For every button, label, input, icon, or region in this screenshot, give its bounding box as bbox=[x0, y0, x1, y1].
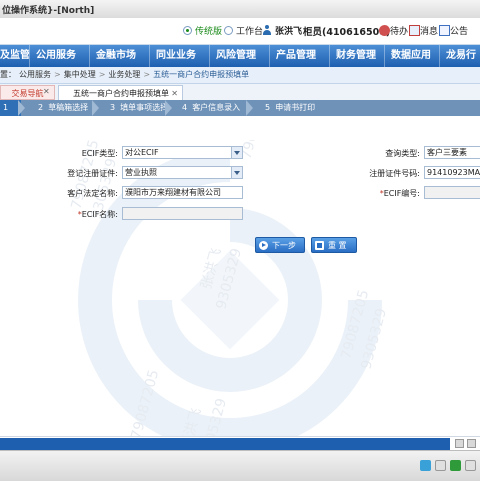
close-icon[interactable]: ✕ bbox=[171, 86, 178, 101]
bottom-input-strip[interactable] bbox=[0, 438, 450, 450]
notice-link[interactable]: 公告 bbox=[450, 24, 468, 37]
registration-cert-type-select[interactable]: 营业执照 bbox=[122, 166, 243, 179]
breadcrumb-item: 公用服务 bbox=[19, 70, 51, 79]
workbench-radio[interactable] bbox=[224, 26, 233, 35]
step-5[interactable]: 5 申请书打印 bbox=[265, 100, 315, 116]
step-label: 申请书打印 bbox=[275, 103, 316, 112]
registration-cert-type-label: 登记注册证件: bbox=[67, 169, 118, 178]
step-number: 2 bbox=[38, 103, 44, 112]
user-info-bar: 传统版 工作台 张洪飞 柜员(410616508) 待办 消息 公告 bbox=[0, 18, 480, 45]
nav-item-public-services[interactable]: 公用服务 bbox=[30, 45, 90, 67]
ecif-type-select[interactable]: 对公ECIF bbox=[122, 146, 243, 159]
step-separator bbox=[165, 100, 172, 116]
tray-icon[interactable] bbox=[450, 460, 461, 471]
breadcrumb-item: 集中处理 bbox=[63, 70, 96, 79]
reset-label: 重 置 bbox=[328, 241, 347, 250]
ecif-number-label: *ECIF编号: bbox=[379, 189, 420, 198]
step-label: 客户信息录入 bbox=[192, 103, 241, 112]
tab-label: 交易导航 bbox=[11, 89, 44, 98]
tab-label: 五统一商户合约申报预填单 bbox=[73, 89, 169, 98]
breadcrumb-current: 五统一商户合约申报预填单 bbox=[153, 70, 250, 79]
message-link[interactable]: 消息 bbox=[420, 24, 438, 37]
step-wizard: 1 2 草稿箱选择 3 填单事项选择 4 客户信息录入 5 申请书打印 bbox=[0, 100, 480, 116]
ecif-number-input[interactable] bbox=[424, 186, 480, 199]
step-separator bbox=[92, 100, 99, 116]
message-icon[interactable] bbox=[409, 25, 420, 36]
close-icon[interactable]: ✕ bbox=[43, 87, 50, 96]
bottom-toolbar bbox=[0, 436, 480, 451]
customer-info-form: ECIF类型: 对公ECIF 查询类型: 客户三要素 登记注册证件: 营业执照 … bbox=[0, 116, 480, 436]
tray-icon[interactable] bbox=[465, 460, 476, 471]
customer-legal-name-input[interactable]: 濮阳市万来翔建材有限公司 bbox=[122, 186, 243, 199]
step-4[interactable]: 4 客户信息录入 bbox=[182, 100, 240, 116]
status-bar bbox=[0, 450, 480, 481]
registration-cert-number-value: 91410923MA9LLAAPE bbox=[427, 168, 480, 177]
step-label: 填单事项选择 bbox=[120, 103, 169, 112]
nav-item-supervision[interactable]: 及监管 bbox=[0, 45, 30, 67]
next-step-button[interactable]: 下一步 bbox=[255, 237, 305, 253]
notice-icon[interactable] bbox=[439, 25, 450, 36]
query-type-select[interactable]: 客户三要素 bbox=[424, 146, 480, 159]
nav-item-risk-management[interactable]: 风险管理 bbox=[210, 45, 270, 67]
window-title-bar: 位操作系统}-[North] bbox=[0, 0, 480, 19]
main-nav: 及监管 公用服务 金融市场 同业业务 风险管理 产品管理 财务管理 数据应用 龙… bbox=[0, 45, 480, 67]
workbench-label: 工作台 bbox=[236, 27, 264, 37]
next-step-label: 下一步 bbox=[272, 241, 296, 250]
tray-icon[interactable] bbox=[420, 460, 431, 471]
breadcrumb-prefix: 置： bbox=[0, 70, 16, 79]
teller-id: 柜员(410616508) bbox=[303, 27, 391, 38]
ecif-type-value: 对公ECIF bbox=[125, 148, 159, 157]
step-number: 1 bbox=[3, 103, 9, 112]
tab-merchant-contract-form[interactable]: 五统一商户合约申报预填单 ✕ bbox=[58, 85, 183, 100]
query-type-value: 客户三要素 bbox=[427, 148, 467, 157]
nav-item-interbank[interactable]: 同业业务 bbox=[150, 45, 210, 67]
classic-version-label: 传统版 bbox=[195, 27, 223, 37]
reset-icon bbox=[315, 241, 324, 250]
window-button-icon[interactable] bbox=[455, 439, 464, 448]
window-title: 位操作系统}-[North] bbox=[2, 6, 95, 16]
registration-cert-number-input[interactable]: 91410923MA9LLAAPE bbox=[424, 166, 480, 179]
ecif-type-label: ECIF类型: bbox=[81, 149, 118, 158]
step-separator bbox=[18, 100, 25, 116]
todo-icon[interactable] bbox=[379, 25, 390, 36]
step-number: 3 bbox=[110, 103, 116, 112]
ecif-name-label-text: ECIF名称: bbox=[81, 210, 118, 219]
step-separator bbox=[246, 100, 253, 116]
nav-item-data-applications[interactable]: 数据应用 bbox=[385, 45, 440, 67]
arrow-right-icon bbox=[259, 241, 268, 250]
step-3[interactable]: 3 填单事项选择 bbox=[110, 100, 168, 116]
tray-icon[interactable] bbox=[435, 460, 446, 471]
nav-item-financial-markets[interactable]: 金融市场 bbox=[90, 45, 150, 67]
chevron-down-icon[interactable] bbox=[231, 147, 242, 158]
user-name: 张洪飞 bbox=[275, 27, 303, 37]
user-icon bbox=[262, 25, 272, 36]
chevron-down-icon[interactable] bbox=[231, 167, 242, 178]
ecif-name-label: *ECIF名称: bbox=[77, 210, 118, 219]
step-label: 草稿箱选择 bbox=[48, 103, 89, 112]
breadcrumb: 置： 公用服务 > 集中处理 > 业务处理 > 五统一商户合约申报预填单 bbox=[0, 67, 480, 84]
step-2[interactable]: 2 草稿箱选择 bbox=[38, 100, 88, 116]
window-button-icon[interactable] bbox=[467, 439, 476, 448]
nav-item-finance-management[interactable]: 财务管理 bbox=[330, 45, 385, 67]
nav-item-product-management[interactable]: 产品管理 bbox=[270, 45, 330, 67]
step-number: 5 bbox=[265, 103, 271, 112]
registration-cert-number-label: 注册证件号码: bbox=[369, 169, 420, 178]
registration-cert-type-value: 营业执照 bbox=[125, 168, 157, 177]
customer-legal-name-label: 客户法定名称: bbox=[67, 189, 118, 198]
breadcrumb-item: 业务处理 bbox=[108, 70, 141, 79]
todo-link[interactable]: 待办 bbox=[390, 24, 408, 37]
classic-version-radio[interactable] bbox=[183, 26, 192, 35]
ecif-number-label-text: ECIF编号: bbox=[383, 189, 420, 198]
nav-item-longyixing[interactable]: 龙易行 bbox=[440, 45, 480, 67]
tab-bar: 交易导航 五统一商户合约申报预填单 ✕ ✕ bbox=[0, 84, 480, 101]
step-number: 4 bbox=[182, 103, 188, 112]
customer-legal-name-value: 濮阳市万来翔建材有限公司 bbox=[125, 188, 221, 197]
reset-button[interactable]: 重 置 bbox=[311, 237, 357, 253]
ecif-name-input[interactable] bbox=[122, 207, 243, 220]
query-type-label: 查询类型: bbox=[385, 149, 420, 158]
